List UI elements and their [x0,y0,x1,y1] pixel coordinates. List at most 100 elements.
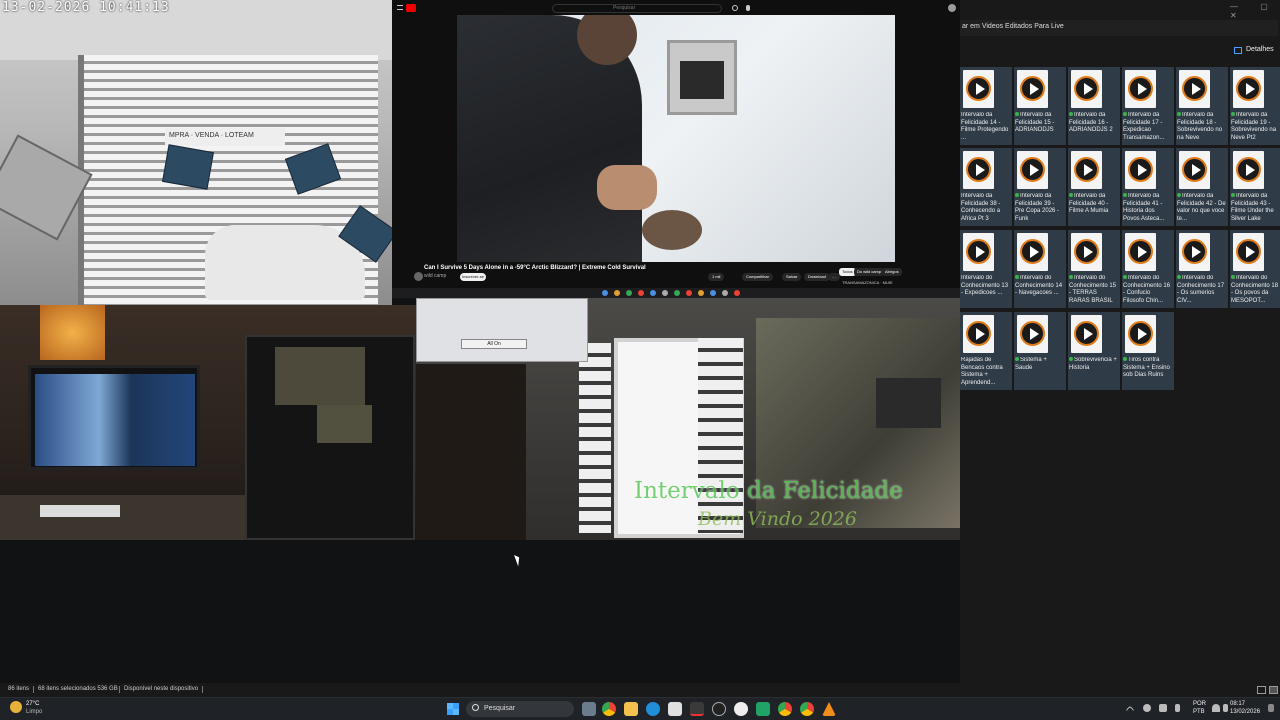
file-tile[interactable]: Intervalo da Felicidade 19 - Sobrevivend… [1230,67,1280,145]
tab-icon[interactable] [602,290,608,296]
file-tile[interactable]: Intervalo do Conhecimento 14 - Navegacoe… [1014,230,1066,308]
file-tile[interactable]: Intervalo da Felicidade 15 - ADRIANODJS [1014,67,1066,145]
file-tile[interactable]: Intervalo da Felicidade 17 - Expedicao T… [1122,67,1174,145]
chrome-icon[interactable] [800,702,814,716]
keyboard-layout[interactable]: PTB [1193,709,1205,715]
taskbar-search-label[interactable]: Pesquisar [484,705,515,712]
file-tile[interactable]: Intervalo da Felicidade 18 - Sobrevivend… [1176,67,1228,145]
video-player[interactable] [457,15,895,262]
volume-icon[interactable] [1223,704,1228,712]
microphone-icon[interactable] [746,5,750,11]
clock-date[interactable]: 13/02/2026 [1230,709,1260,715]
file-tile[interactable]: Intervalo do Conhecimento 15 - TERRAS RA… [1068,230,1120,308]
file-tile[interactable]: Intervalo da Felicidade 42 - De valor no… [1176,148,1228,226]
tab-icon[interactable] [734,290,740,296]
obs-icon[interactable] [712,702,726,716]
vlc-icon[interactable] [822,702,836,716]
related-video-title[interactable]: TRANSAMAZONICA · MUIE [842,280,893,285]
window-controls[interactable]: — ▢ ✕ [1230,2,1280,20]
details-button[interactable]: Detalhes [1246,46,1274,53]
share-button[interactable]: Compartilhar [742,273,773,281]
file-tile[interactable]: Intervalo da Felicidade 16 - ADRIANODJS … [1068,67,1120,145]
video-file-icon [1179,70,1210,108]
file-tile[interactable]: Intervalo do Conhecimento 18 - Os povos … [1230,230,1280,308]
details-pane-icon[interactable] [1234,47,1242,54]
youtube-window[interactable]: Pesquisar Can I Survive 5 Days Alone in … [392,0,960,290]
monitor-rack [245,335,415,540]
cloud-icon[interactable] [1143,704,1151,712]
channel-avatar[interactable] [414,272,423,281]
download-button[interactable]: Download [804,273,830,281]
channel-name[interactable]: wild camp [424,273,446,279]
subscribe-button[interactable]: Inscrever-se [460,273,486,281]
file-tile[interactable]: Intervalo da Felicidade 41 - Historia do… [1122,148,1174,226]
weather-description[interactable]: Limpo [26,709,42,715]
file-tile[interactable]: Intervalo do Conhecimento 17 - Os sumeri… [1176,230,1228,308]
file-tile[interactable]: Tiros contra Sistema + Ensino sob Dias R… [1122,312,1174,390]
notification-icon[interactable] [1268,704,1274,712]
explorer-search-input[interactable]: ar em Videos Editados Para Live [960,20,1278,36]
windows-start-icon[interactable] [447,703,459,715]
file-tile[interactable]: Rajadas de Bencaos contra Sistema + Apre… [960,312,1012,390]
file-tile[interactable]: Intervalo da Felicidade 43 - Filme Under… [1230,148,1280,226]
clock-time[interactable]: 08:17 [1230,701,1245,707]
input-language[interactable]: POR [1193,701,1206,707]
file-tile[interactable]: Intervalo da Felicidade 40 - Filme A Mum… [1068,148,1120,226]
file-tile[interactable]: Intervalo da Felicidade 14 - Filme Prote… [960,67,1012,145]
weather-icon[interactable] [10,701,22,713]
tab-icon[interactable] [626,290,632,296]
chip-shelters[interactable]: Abrigos [882,268,902,276]
tab-icon[interactable] [710,290,716,296]
chrome-icon[interactable] [602,702,616,716]
usb-icon[interactable] [1159,704,1167,712]
youtube-logo-icon[interactable] [406,4,416,12]
file-name: Intervalo do Conhecimento 13 - Expedicoe… [961,275,1011,308]
edge-icon[interactable] [646,702,660,716]
file-tile[interactable]: Sistema + Saude [1014,312,1066,390]
details-view-icon[interactable] [1257,686,1266,694]
like-button[interactable]: 1 mil [708,273,725,281]
tab-icon[interactable] [674,290,680,296]
search-icon[interactable] [732,5,738,11]
file-tile[interactable]: Intervalo do Conhecimento 13 - Expedicoe… [960,230,1012,308]
tab-icon[interactable] [662,290,668,296]
calendar-app-icon[interactable] [668,702,682,716]
file-name-text: Intervalo da Felicidade 15 - ADRIANODJS [1015,112,1055,133]
file-tile[interactable]: Intervalo do Conhecimento 16 - Confucio … [1122,230,1174,308]
video-file-icon [1017,233,1048,271]
weather-temperature[interactable]: 27°C [26,701,39,707]
file-explorer[interactable]: — ▢ ✕ ar em Videos Editados Para Live De… [960,0,1280,697]
microphone-icon[interactable] [1175,704,1180,712]
tab-icon[interactable] [698,290,704,296]
more-button[interactable]: … [828,273,840,281]
divider [119,686,120,693]
file-explorer-icon[interactable] [624,702,638,716]
menu-icon[interactable] [397,5,403,10]
all-on-button[interactable]: All On [461,339,527,349]
tab-icon[interactable] [686,290,692,296]
wifi-icon[interactable] [1212,704,1220,712]
file-name: Intervalo da Felicidade 17 - Expedicao T… [1123,112,1173,145]
capcut-icon[interactable] [690,702,704,716]
file-tile[interactable]: Sobrevivencia + Historia [1068,312,1120,390]
chip-channel[interactable]: Do wild camp [854,268,885,276]
spreadsheet-app-icon[interactable] [756,702,770,716]
tab-icon[interactable] [722,290,728,296]
file-tile[interactable]: Intervalo da Felicidade 38 - Conhecendo … [960,148,1012,226]
chevron-up-icon[interactable] [1125,705,1135,715]
tab-icon[interactable] [614,290,620,296]
play-icon [1236,157,1261,182]
tab-icon[interactable] [638,290,644,296]
large-icons-view-icon[interactable] [1269,686,1278,694]
app-icon[interactable] [734,702,748,716]
control-panel[interactable]: All On [416,298,588,362]
tab-icon[interactable] [650,290,656,296]
browser-tab-strip[interactable] [392,288,960,298]
taskbar-search-input[interactable] [466,701,574,717]
avatar[interactable] [948,4,956,12]
file-tile[interactable]: Intervalo da Felicidade 39 - Pre Copa 20… [1014,148,1066,226]
chrome-icon[interactable] [778,702,792,716]
youtube-search-input[interactable]: Pesquisar [552,4,722,13]
task-view-icon[interactable] [582,702,596,716]
save-button[interactable]: Salvar [782,273,802,281]
